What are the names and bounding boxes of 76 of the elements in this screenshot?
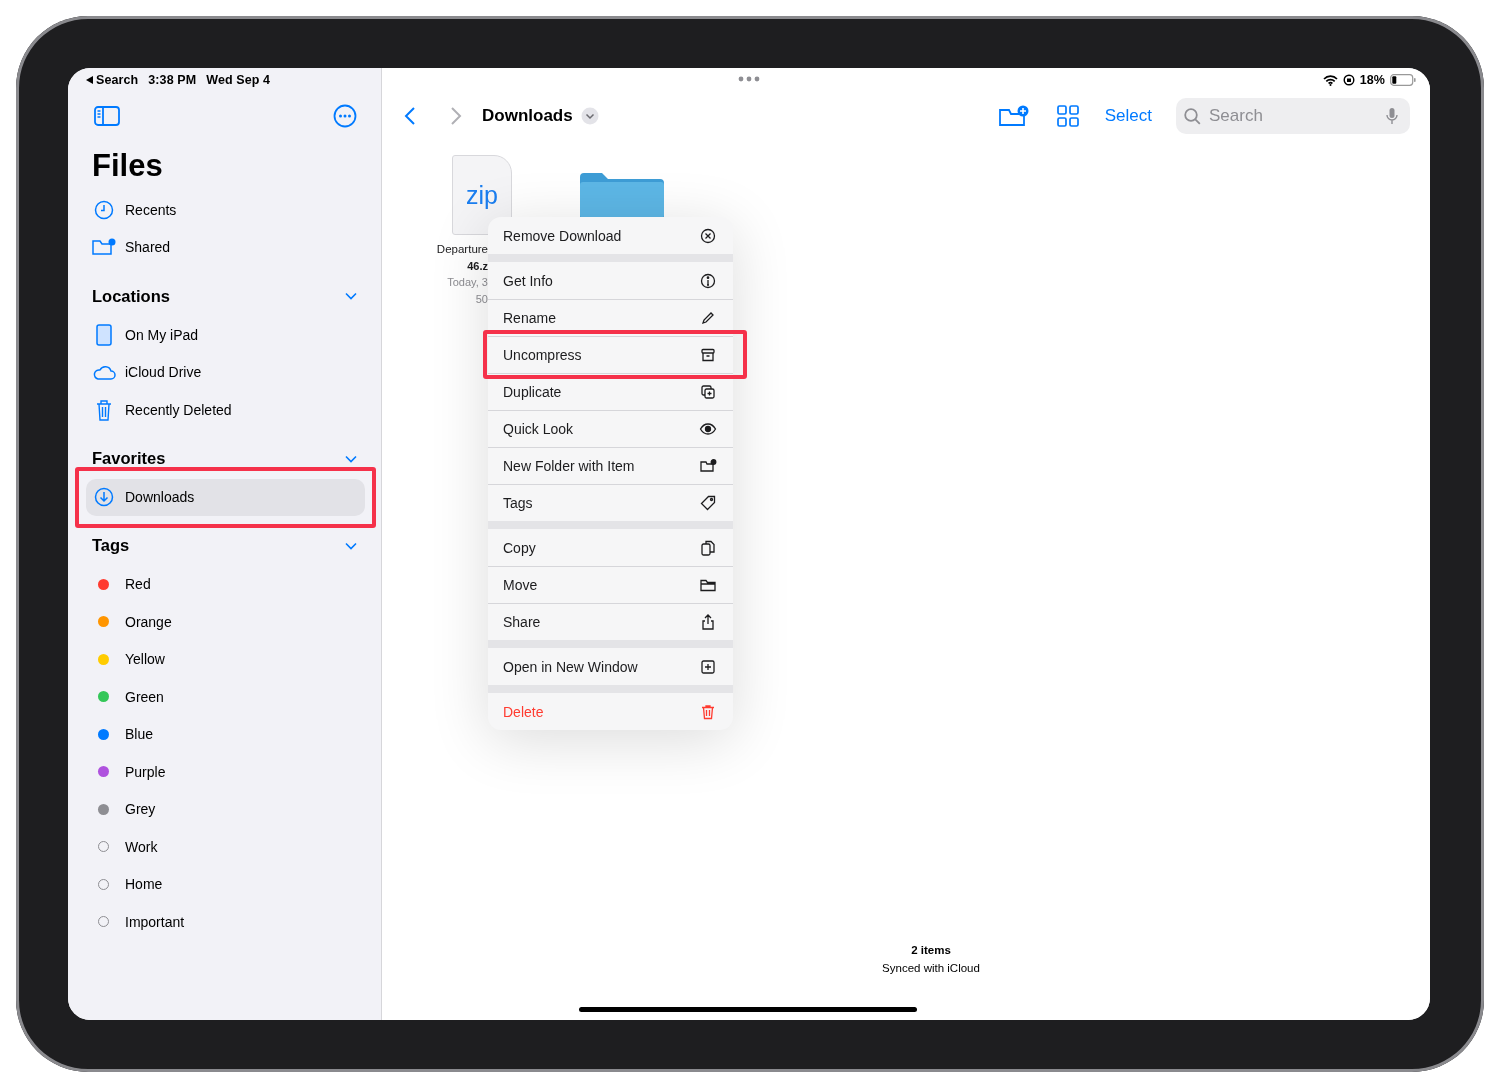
- sidebar-item[interactable]: Green: [86, 678, 365, 716]
- section-header: Favorites: [92, 449, 166, 468]
- sidebar-item[interactable]: Grey: [86, 790, 365, 828]
- chevron-icon[interactable]: [345, 541, 357, 550]
- chevron-icon[interactable]: [345, 454, 357, 463]
- dropdown-icon[interactable]: [580, 107, 599, 125]
- back-to-app-link[interactable]: Search: [96, 73, 139, 87]
- plus-square-icon: [699, 657, 717, 676]
- clock-icon: [92, 199, 116, 220]
- menu-item[interactable]: Move: [488, 566, 733, 603]
- battery-icon: [1390, 74, 1416, 86]
- select-button[interactable]: Select: [1104, 106, 1152, 126]
- menu-item[interactable]: New Folder with Item: [488, 447, 733, 484]
- sidebar-item[interactable]: iCloud Drive: [86, 353, 365, 391]
- file-label: Departure: [436, 242, 488, 257]
- duplicate-icon: [699, 383, 717, 401]
- sidebar-item[interactable]: On My iPad: [86, 316, 365, 354]
- folder-icon[interactable]: [580, 172, 664, 218]
- info-icon: [699, 271, 717, 290]
- folder-title[interactable]: Downloads: [482, 106, 573, 126]
- sync-status: Synced with iCloud: [882, 962, 980, 974]
- sidebar-item[interactable]: Home: [86, 865, 365, 903]
- sidebar-item[interactable]: Orange: [86, 603, 365, 641]
- wifi-icon: [1322, 74, 1338, 86]
- menu-item[interactable]: Rename: [488, 299, 733, 336]
- sidebar-item[interactable]: Shared: [86, 228, 365, 266]
- file-label: Today, 3: [447, 275, 488, 290]
- archive-box-icon: [699, 346, 717, 364]
- microphone-icon[interactable]: [1386, 107, 1398, 125]
- sidebar-item[interactable]: Red: [86, 565, 365, 603]
- copy-icon: [699, 538, 717, 557]
- cloud-icon: [92, 364, 116, 381]
- search-icon: [1184, 107, 1201, 125]
- menu-item[interactable]: Copy: [488, 529, 733, 566]
- grid-view-icon[interactable]: [1056, 105, 1079, 127]
- tag-icon: [699, 494, 717, 512]
- sidebar-title: Files: [92, 147, 164, 185]
- orientation-lock-icon: [1342, 74, 1355, 86]
- file-label: 46.z: [467, 258, 488, 274]
- forward-icon[interactable]: [450, 106, 462, 126]
- sidebar-item[interactable]: Work: [86, 828, 365, 866]
- download-icon: [92, 487, 116, 507]
- sidebar-item[interactable]: Purple: [86, 753, 365, 791]
- new-folder-icon[interactable]: [998, 105, 1029, 127]
- search-bar[interactable]: Search: [1176, 98, 1410, 134]
- status-date: Wed Sep 4: [206, 73, 271, 87]
- menu-item[interactable]: Get Info: [488, 262, 733, 299]
- sidebar-item[interactable]: Important: [86, 903, 365, 941]
- sidebar-item[interactable]: Recently Deleted: [86, 391, 365, 429]
- chevron-icon[interactable]: [345, 292, 357, 300]
- battery-percent: 18%: [1359, 73, 1385, 87]
- menu-item[interactable]: Uncompress: [488, 336, 733, 373]
- share-icon: [699, 613, 717, 631]
- multitask-dots-icon[interactable]: [738, 76, 760, 82]
- shared-folder-icon: [92, 238, 116, 257]
- back-triangle-icon[interactable]: [86, 76, 93, 84]
- sidebar-item[interactable]: Yellow: [86, 640, 365, 678]
- folder-plus-icon: [699, 457, 717, 475]
- menu-item[interactable]: Quick Look: [488, 410, 733, 447]
- trash-icon: [699, 702, 717, 721]
- menu-item[interactable]: Duplicate: [488, 373, 733, 410]
- menu-item[interactable]: Open in New Window: [488, 648, 733, 685]
- back-icon[interactable]: [404, 106, 416, 126]
- search-field[interactable]: Search: [1207, 105, 1380, 127]
- file-label: 50: [475, 291, 488, 307]
- status-time: 3:38 PM: [148, 73, 197, 87]
- sidebar-item[interactable]: Downloads: [86, 478, 365, 516]
- eye-icon: [699, 420, 717, 438]
- remove-download-icon: [699, 226, 717, 245]
- more-icon[interactable]: [333, 104, 357, 128]
- section-header: Locations: [92, 286, 170, 306]
- item-count: 2 items: [911, 944, 951, 956]
- sidebar-item[interactable]: Recents: [86, 191, 365, 229]
- section-header: Tags: [92, 536, 130, 555]
- sidebar-item[interactable]: Blue: [86, 715, 365, 753]
- sidebar-toggle-icon[interactable]: [94, 106, 120, 126]
